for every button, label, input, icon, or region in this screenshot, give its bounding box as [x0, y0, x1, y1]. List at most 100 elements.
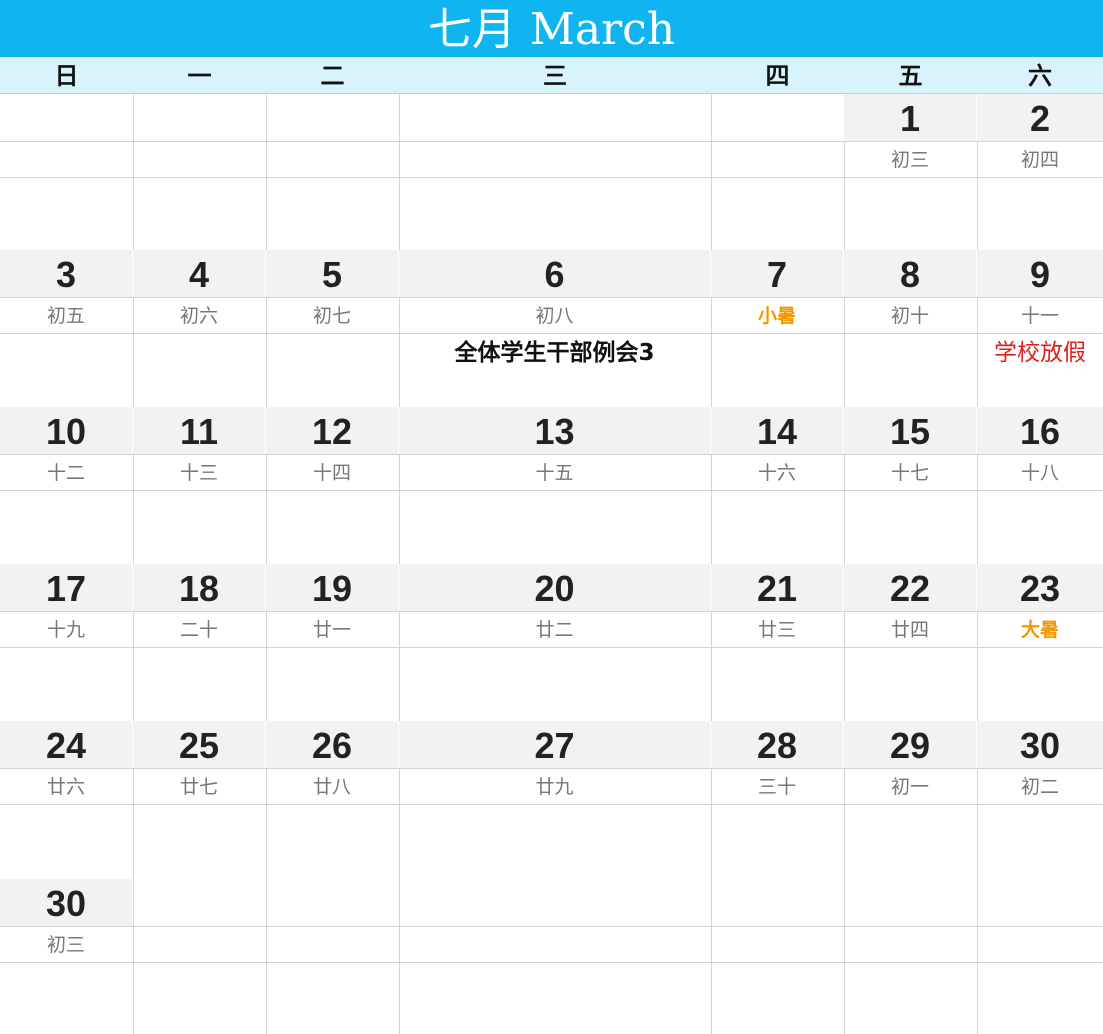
day-cell[interactable]: 18 二十 — [133, 564, 265, 721]
day-number: 19 — [266, 564, 398, 611]
day-number: 16 — [977, 407, 1103, 454]
lunar-date-label: 初三 — [890, 149, 929, 171]
lunar-date-label: 初十 — [890, 305, 929, 327]
day-cell[interactable]: 22 廿四 — [844, 564, 976, 721]
weekday-label: 四 — [765, 62, 790, 90]
day-number: 20 — [399, 564, 710, 611]
lunar-date-label: 初七 — [312, 305, 351, 327]
solar-term-label: 小暑 — [757, 305, 796, 327]
day-cell[interactable]: 15 十七 — [844, 407, 976, 564]
lunar-date-label: 廿一 — [312, 619, 351, 641]
day-cell[interactable]: 9 十一学校放假 — [977, 250, 1103, 407]
day-cell[interactable]: 10 十二 — [0, 407, 132, 564]
day-number: 26 — [266, 721, 398, 768]
solar-term-label: 大暑 — [1020, 619, 1059, 641]
day-cell[interactable]: 3 初五 — [0, 250, 132, 407]
day-number: 18 — [133, 564, 265, 611]
day-number: 25 — [133, 721, 265, 768]
lunar-date-label: 廿七 — [179, 776, 218, 798]
lunar-date-label: 十七 — [890, 462, 929, 484]
lunar-date-label: 十六 — [757, 462, 796, 484]
day-cell[interactable]: 26 廿八 — [266, 721, 398, 879]
lunar-date-label: 十九 — [46, 619, 85, 641]
lunar-date-label: 十二 — [46, 462, 85, 484]
lunar-date-label: 廿九 — [535, 776, 574, 798]
lunar-date-label: 初一 — [890, 776, 929, 798]
day-number: 15 — [844, 407, 976, 454]
day-cell[interactable]: 19 廿一 — [266, 564, 398, 721]
day-number: 23 — [977, 564, 1103, 611]
day-number: 30 — [977, 721, 1103, 768]
lunar-date-label: 十一 — [1020, 305, 1059, 327]
day-number: 11 — [133, 407, 265, 454]
weekday-label: 一 — [187, 62, 212, 90]
lunar-date-label: 初四 — [1020, 149, 1059, 171]
day-number: 21 — [711, 564, 843, 611]
calendar-grid: 1 初三 2 初四 3 初五 4 初六 5 初七 6 初八全体学生干部例会3 7 小暑 8 初十 9 十一学校放假… — [0, 94, 1103, 1034]
day-cell[interactable]: 1 初三 — [844, 94, 976, 250]
weekday-label: 三 — [543, 62, 567, 90]
weekday-header-row: 日一二三四五六 — [0, 57, 1103, 94]
day-cell[interactable]: 6 初八全体学生干部例会3 — [399, 250, 710, 407]
day-number: 2 — [977, 94, 1103, 141]
day-cell[interactable]: 28 三十 — [711, 721, 843, 879]
event-label[interactable]: 学校放假 — [977, 333, 1103, 373]
day-cell[interactable]: 20 廿二 — [399, 564, 710, 721]
day-number: 13 — [399, 407, 710, 454]
day-cell[interactable]: 4 初六 — [133, 250, 265, 407]
event-label[interactable]: 全体学生干部例会3 — [399, 333, 710, 373]
weekday-label: 六 — [1028, 62, 1052, 90]
day-cell[interactable]: 2 初四 — [977, 94, 1103, 250]
lunar-date-label: 十三 — [179, 462, 218, 484]
weekday-label: 日 — [54, 62, 79, 90]
lunar-date-label: 初五 — [46, 305, 85, 327]
day-cell[interactable]: 23 大暑 — [977, 564, 1103, 721]
lunar-date-label: 廿六 — [46, 776, 85, 798]
lunar-date-label: 十八 — [1020, 462, 1059, 484]
day-number: 5 — [266, 250, 398, 297]
lunar-date-label: 初六 — [179, 305, 218, 327]
lunar-date-label: 初八 — [535, 305, 574, 327]
day-cell[interactable]: 17 十九 — [0, 564, 132, 721]
day-cell[interactable]: 30 初三 — [0, 879, 132, 1034]
day-cell[interactable]: 8 初十 — [844, 250, 976, 407]
day-number: 14 — [711, 407, 843, 454]
lunar-date-label: 初三 — [46, 934, 85, 956]
lunar-date-label: 廿二 — [535, 619, 574, 641]
grid-divider — [0, 962, 1103, 963]
day-number: 8 — [844, 250, 976, 297]
day-cell[interactable]: 21 廿三 — [711, 564, 843, 721]
day-cell[interactable]: 25 廿七 — [133, 721, 265, 879]
day-cell[interactable]: 30 初二 — [977, 721, 1103, 879]
day-number: 6 — [399, 250, 710, 297]
day-cell[interactable]: 11 十三 — [133, 407, 265, 564]
day-cell[interactable]: 27 廿九 — [399, 721, 710, 879]
lunar-date-label: 十五 — [535, 462, 574, 484]
day-cell[interactable]: 16 十八 — [977, 407, 1103, 564]
day-cell[interactable]: 12 十四 — [266, 407, 398, 564]
day-number: 1 — [844, 94, 976, 141]
lunar-date-label: 廿八 — [312, 776, 351, 798]
day-cell[interactable]: 29 初一 — [844, 721, 976, 879]
day-number: 27 — [399, 721, 710, 768]
day-number: 30 — [0, 879, 132, 926]
day-number: 24 — [0, 721, 132, 768]
day-number: 12 — [266, 407, 398, 454]
lunar-date-label: 三十 — [757, 776, 796, 798]
day-cell[interactable]: 14 十六 — [711, 407, 843, 564]
calendar-title: 七月 March — [0, 0, 1103, 57]
day-cell[interactable]: 24 廿六 — [0, 721, 132, 879]
lunar-date-label: 二十 — [179, 619, 218, 641]
day-number: 22 — [844, 564, 976, 611]
lunar-date-label: 十四 — [312, 462, 351, 484]
weekday-label: 二 — [320, 62, 345, 90]
day-number: 29 — [844, 721, 976, 768]
day-number: 7 — [711, 250, 843, 297]
day-number: 3 — [0, 250, 132, 297]
day-cell[interactable]: 13 十五 — [399, 407, 710, 564]
day-number: 28 — [711, 721, 843, 768]
day-cell[interactable]: 7 小暑 — [711, 250, 843, 407]
day-number: 9 — [977, 250, 1103, 297]
day-cell[interactable]: 5 初七 — [266, 250, 398, 407]
lunar-date-label: 廿三 — [757, 619, 796, 641]
